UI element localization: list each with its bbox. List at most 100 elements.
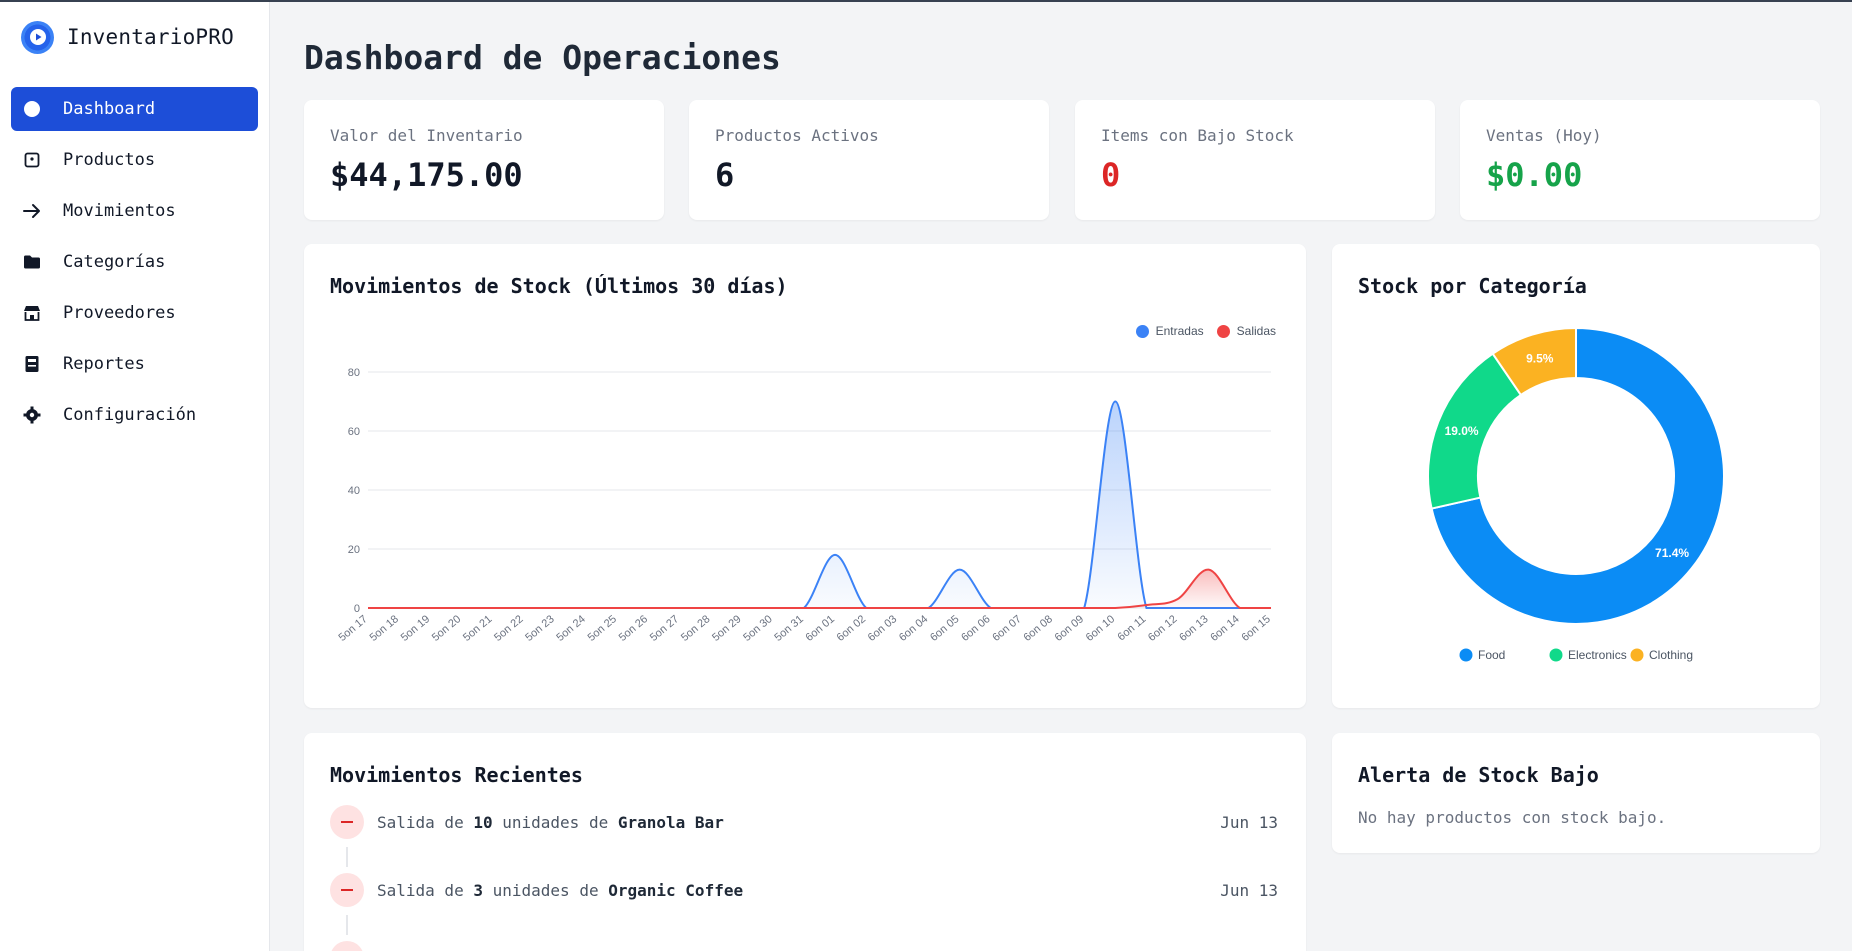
slice-label: 71.4% [1655, 546, 1689, 560]
movement-date: Jun 13 [1220, 880, 1278, 900]
y-tick-label: 40 [348, 485, 360, 497]
legend-swatch [1459, 648, 1473, 662]
x-tick-label: 5on 28 [679, 613, 712, 644]
x-tick-label: 6on 01 [804, 613, 837, 644]
y-tick-label: 0 [354, 603, 360, 615]
x-tick-label: 5on 23 [523, 613, 556, 644]
minus-icon [330, 873, 364, 907]
arrow-right-icon [22, 201, 42, 221]
low-stock-message: No hay productos con stock bajo. [1358, 808, 1667, 827]
stat-card-low-stock: Items con Bajo Stock 0 [1075, 100, 1435, 220]
x-tick-label: 5on 21 [461, 613, 494, 644]
x-tick-label: 5on 17 [336, 613, 369, 644]
x-tick-label: 6on 12 [1146, 613, 1179, 644]
x-tick-label: 6on 02 [835, 613, 868, 644]
folder-icon [22, 252, 42, 272]
card-title: Alerta de Stock Bajo [1358, 763, 1599, 787]
legend-label[interactable]: Clothing [1649, 648, 1693, 662]
legend-swatch [1630, 648, 1644, 662]
list-item[interactable]: Salida de 3 unidades de Organic Coffee J… [330, 872, 1278, 908]
stat-label: Items con Bajo Stock [1101, 126, 1294, 145]
sidebar-item-label: Proveedores [63, 303, 176, 323]
sidebar-item-label: Movimientos [63, 201, 176, 221]
stat-value: 0 [1101, 156, 1121, 194]
movement-date: Jun 13 [1220, 812, 1278, 832]
movement-product: Granola Bar [617, 812, 724, 832]
stat-card-sales-today: Ventas (Hoy) $0.00 [1460, 100, 1820, 220]
x-tick-label: 5on 19 [399, 613, 432, 644]
sidebar-item-label: Categorías [63, 252, 166, 272]
sidebar-item-reportes[interactable]: Reportes [11, 342, 258, 386]
sidebar-item-dashboard[interactable]: Dashboard [11, 87, 258, 131]
report-icon [22, 354, 42, 374]
x-tick-label: 5on 29 [710, 613, 743, 644]
page-title: Dashboard de Operaciones [304, 38, 781, 77]
y-tick-label: 80 [348, 367, 360, 379]
stat-label: Ventas (Hoy) [1486, 126, 1602, 145]
x-tick-label: 5on 31 [772, 613, 805, 644]
x-tick-label: 6on 14 [1208, 613, 1241, 644]
movement-qty: 3 [473, 880, 483, 900]
sidebar-item-proveedores[interactable]: Proveedores [11, 291, 258, 335]
x-tick-label: 5on 27 [648, 613, 681, 644]
x-tick-label: 6on 10 [1084, 613, 1117, 644]
minus-icon [330, 805, 364, 839]
x-tick-label: 6on 04 [897, 613, 930, 644]
sidebar-nav: Dashboard Productos Movimientos Categorí… [0, 87, 269, 437]
brand[interactable]: InventarioPRO [0, 2, 269, 72]
movements-line-chart: 0204060805on 175on 185on 195on 205on 215… [336, 367, 1272, 644]
x-tick-label: 6on 08 [1021, 613, 1054, 644]
stat-label: Valor del Inventario [330, 126, 523, 145]
y-tick-label: 60 [348, 426, 360, 438]
sidebar-item-label: Reportes [63, 354, 145, 374]
x-tick-label: 6on 09 [1053, 613, 1086, 644]
slice-label: 19.0% [1445, 424, 1479, 438]
legend-label[interactable]: Electronics [1568, 648, 1627, 662]
y-tick-label: 20 [348, 544, 360, 556]
timeline-connector [346, 847, 348, 867]
sidebar-item-label: Configuración [63, 405, 197, 425]
movements-chart-card: Movimientos de Stock (Últimos 30 días) E… [304, 244, 1306, 708]
x-tick-label: 5on 30 [741, 613, 774, 644]
x-tick-label: 5on 18 [368, 613, 401, 644]
legend-swatch [1549, 648, 1563, 662]
gear-icon [22, 405, 42, 425]
x-tick-label: 6on 05 [928, 613, 961, 644]
movement-text: Salida de 3 unidades de Organic Coffee [377, 880, 744, 900]
category-donut-chart: 71.4% 19.0% 9.5% Food Electronics Clothing [1427, 326, 1725, 662]
card-title: Movimientos Recientes [330, 763, 583, 787]
stat-value: $0.00 [1486, 156, 1583, 194]
x-tick-label: 6on 13 [1177, 613, 1210, 644]
movement-text: Salida de 10 unidades de Granola Bar [377, 812, 724, 832]
store-icon [22, 303, 42, 323]
sidebar-item-movimientos[interactable]: Movimientos [11, 189, 258, 233]
stat-value: 6 [715, 156, 735, 194]
stat-card-active-products: Productos Activos 6 [689, 100, 1049, 220]
sidebar-item-configuracion[interactable]: Configuración [11, 393, 258, 437]
x-tick-label: 6on 07 [990, 613, 1023, 644]
x-tick-label: 5on 25 [586, 613, 619, 644]
movement-product: Organic Coffee [608, 880, 744, 900]
sidebar-item-label: Dashboard [63, 99, 156, 119]
x-tick-label: 5on 26 [617, 613, 650, 644]
list-item[interactable] [330, 940, 1278, 951]
x-tick-label: 6on 11 [1116, 613, 1149, 643]
sidebar-item-productos[interactable]: Productos [11, 138, 258, 182]
x-tick-label: 5on 22 [492, 613, 525, 644]
category-chart-card: Stock por Categoría 71.4% 19.0% 9.5% Food El… [1332, 244, 1820, 708]
box-icon [22, 150, 42, 170]
movement-qty: 10 [473, 812, 493, 832]
x-tick-label: 6on 06 [959, 613, 992, 644]
x-tick-label: 6on 15 [1239, 613, 1272, 644]
stat-value: $44,175.00 [330, 156, 523, 194]
list-item[interactable]: Salida de 10 unidades de Granola Bar Jun… [330, 804, 1278, 840]
circle-icon [22, 99, 42, 119]
legend-label[interactable]: Food [1478, 648, 1505, 662]
stat-label: Productos Activos [715, 126, 879, 145]
sidebar-item-label: Productos [63, 150, 156, 170]
x-tick-label: 5on 24 [554, 613, 587, 644]
sidebar-item-categorias[interactable]: Categorías [11, 240, 258, 284]
recent-movements-card: Movimientos Recientes Salida de 10 unida… [304, 733, 1306, 951]
x-tick-label: 5on 20 [430, 613, 463, 644]
sidebar: InventarioPRO Dashboard Productos Movimi… [0, 2, 270, 951]
